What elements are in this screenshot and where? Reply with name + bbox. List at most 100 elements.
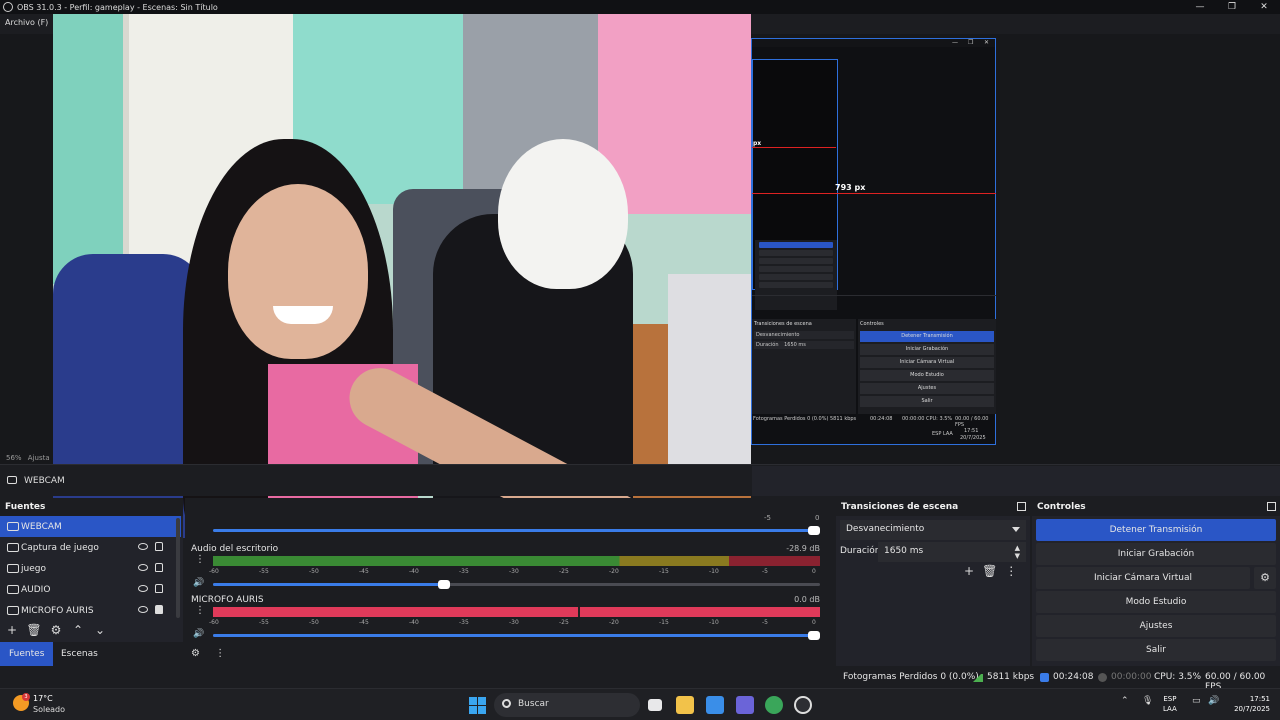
volume-icon[interactable]: 🔊 <box>1208 696 1219 706</box>
mixer-top-track: -5 0 <box>185 498 830 538</box>
record-icon <box>1098 673 1107 682</box>
volume-slider[interactable] <box>213 631 820 640</box>
tray-chevron-up-icon[interactable]: ⌃ <box>1121 696 1129 706</box>
lock-icon[interactable] <box>155 563 163 572</box>
lock-icon[interactable] <box>155 584 163 593</box>
search-placeholder: Buscar <box>518 699 549 709</box>
nested-title-bar: — ❐ ✕ <box>752 39 995 47</box>
network-icon[interactable]: ▭ <box>1192 696 1201 706</box>
weather-badge: 3 <box>22 693 30 701</box>
minimize-button[interactable]: — <box>1184 0 1216 14</box>
gamepad-icon <box>7 543 19 552</box>
speaker-icon[interactable]: 🔊 <box>193 629 204 639</box>
weather-condition: Soleado <box>33 705 65 714</box>
transition-menu-button[interactable]: ⋮ <box>1005 564 1017 578</box>
nested-status-time: 00:24:08 <box>870 416 893 422</box>
taskbar-clock[interactable]: 17:51 20/7/2025 <box>1226 694 1270 714</box>
virtual-camera-settings-gear-icon[interactable]: ⚙ <box>1254 567 1276 589</box>
source-item-microfono-auris[interactable]: MICROFO AURIS <box>0 600 181 621</box>
dock-float-icon[interactable] <box>1267 502 1276 511</box>
task-view-icon[interactable] <box>648 699 662 711</box>
remove-transition-button[interactable]: 🗑 <box>982 564 997 578</box>
nested-maximize-icon: ❐ <box>968 39 974 46</box>
visibility-eye-icon[interactable] <box>138 606 148 613</box>
add-transition-button[interactable]: + <box>964 564 974 578</box>
menu-file[interactable]: Archivo (F) <box>5 18 48 27</box>
visibility-eye-icon[interactable] <box>138 564 148 571</box>
track-name: MICROFO AURIS <box>191 595 264 605</box>
volume-slider-knob[interactable] <box>808 631 820 640</box>
stop-stream-button[interactable]: Detener Transmisión <box>1036 519 1276 541</box>
meter-tick: -20 <box>609 568 619 575</box>
track-menu-icon[interactable]: ⋮ <box>195 605 205 616</box>
maximize-button[interactable]: ❐ <box>1216 0 1248 14</box>
transitions-header: Transiciones de escena <box>836 498 1030 516</box>
meter-tick: -35 <box>459 568 469 575</box>
camera-icon <box>7 522 19 531</box>
source-label: AUDIO <box>21 584 51 595</box>
microsoft-store-icon[interactable] <box>706 696 724 714</box>
transitions-toolbar: + 🗑 ⋮ <box>964 564 1017 578</box>
speaker-icon[interactable]: 🔊 <box>193 578 204 588</box>
track-db: -28.9 dB <box>786 544 820 553</box>
move-source-up-button[interactable]: ⌃ <box>70 622 86 638</box>
meter-tick: -10 <box>709 568 719 575</box>
chevron-down-icon <box>1012 527 1020 532</box>
advanced-audio-gear-icon[interactable]: ⚙ <box>191 648 200 659</box>
settings-button[interactable]: Ajustes <box>1036 615 1276 637</box>
nested-px-label: px <box>753 140 762 147</box>
close-button[interactable]: ✕ <box>1248 0 1280 14</box>
visibility-eye-icon[interactable] <box>138 585 148 592</box>
file-explorer-icon[interactable] <box>676 696 694 714</box>
source-item-juego[interactable]: juego <box>0 558 181 579</box>
zoom-mode: Ajusta <box>27 454 50 462</box>
nested-duration-value: 1650 ms <box>784 342 806 348</box>
title-bar: OBS 31.0.3 - Perfil: gameplay - Escenas:… <box>0 0 1280 14</box>
move-source-down-button[interactable]: ⌄ <box>92 622 108 638</box>
add-source-button[interactable]: + <box>4 622 20 638</box>
nested-status-kbps: 5811 kbps <box>830 416 857 422</box>
source-properties-button[interactable]: ⚙ <box>48 622 64 638</box>
start-virtual-camera-button[interactable]: Iniciar Cámara Virtual <box>1036 567 1250 589</box>
duration-input[interactable]: 1650 ms ▲ ▼ <box>878 542 1026 562</box>
transition-type-select[interactable]: Desvanecimiento <box>840 520 1026 540</box>
meter-tick: -5 <box>762 619 768 626</box>
teams-icon[interactable] <box>736 696 754 714</box>
volume-slider[interactable] <box>213 580 820 589</box>
meter-tick: -15 <box>659 568 669 575</box>
track-menu-icon[interactable]: ⋮ <box>195 554 205 565</box>
chrome-icon[interactable] <box>765 696 783 714</box>
source-item-webcam[interactable]: WEBCAM <box>0 516 181 537</box>
lock-icon[interactable] <box>155 542 163 551</box>
meter-ticks: -60 -55 -50 -45 -40 -35 -30 -25 -20 -15 … <box>209 619 820 629</box>
sources-scrollbar[interactable] <box>176 518 180 618</box>
exit-button[interactable]: Salir <box>1036 639 1276 661</box>
duration-label: Duración <box>840 546 881 556</box>
microphone-icon[interactable]: 🎙 <box>1142 696 1153 706</box>
mixer-top-slider[interactable] <box>213 526 820 535</box>
transitions-title: Transiciones de escena <box>841 502 959 512</box>
volume-slider-knob[interactable] <box>438 580 450 589</box>
taskbar-search[interactable]: Buscar <box>494 693 640 717</box>
tab-sources[interactable]: Fuentes <box>0 642 54 666</box>
studio-mode-button[interactable]: Modo Estudio <box>1036 591 1276 613</box>
windows-start-icon[interactable] <box>469 697 486 714</box>
meter-tick: -30 <box>509 619 519 626</box>
mixer-menu-icon[interactable]: ⋮ <box>215 648 225 659</box>
meter-tick: -45 <box>359 619 369 626</box>
source-item-game-capture[interactable]: Captura de juego <box>0 537 181 558</box>
nested-mini-btn <box>759 242 833 248</box>
start-recording-button[interactable]: Iniciar Grabación <box>1036 543 1276 565</box>
visibility-eye-icon[interactable] <box>138 543 148 550</box>
obs-taskbar-icon[interactable] <box>794 696 812 714</box>
remove-source-button[interactable]: 🗑 <box>26 622 42 638</box>
source-item-audio[interactable]: AUDIO <box>0 579 181 600</box>
language-indicator[interactable]: ESP LAA <box>1163 694 1177 714</box>
stepper-icon[interactable]: ▲ ▼ <box>1015 544 1020 560</box>
lock-icon[interactable] <box>155 605 163 614</box>
tab-scenes[interactable]: Escenas <box>52 642 107 666</box>
source-toolbar-right <box>752 466 1280 496</box>
dock-float-icon[interactable] <box>1017 502 1026 511</box>
source-label: WEBCAM <box>21 521 62 532</box>
mixer-top-slider-knob[interactable] <box>808 526 820 535</box>
